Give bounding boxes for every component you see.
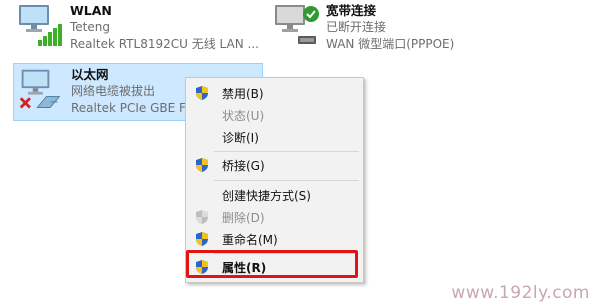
adapter-status: 已断开连接 bbox=[326, 20, 387, 34]
adapter-device: WAN 微型端口(PPPOE) bbox=[326, 37, 455, 51]
menu-item-status: 状态(U) bbox=[188, 104, 359, 126]
adapter-wlan[interactable]: WLAN Teteng Realtek RTL8192CU 无线 LAN ... bbox=[16, 2, 266, 54]
menu-item-rename[interactable]: 重命名(M) bbox=[188, 228, 359, 250]
wlan-adapter-icon bbox=[19, 5, 62, 46]
menu-item-bridge[interactable]: 桥接(G) bbox=[188, 154, 359, 176]
menu-item-label: 诊断(I) bbox=[222, 131, 259, 145]
menu-item-disable[interactable]: 禁用(B) bbox=[188, 82, 359, 104]
menu-separator bbox=[214, 151, 359, 152]
menu-item-label: 禁用(B) bbox=[222, 87, 264, 101]
adapter-device: Realtek PCIe GBE Fa bbox=[71, 101, 193, 115]
adapter-name: 宽带连接 bbox=[326, 3, 377, 18]
watermark: www.192ly.com bbox=[451, 283, 590, 303]
annotation-highlight-box bbox=[186, 250, 358, 278]
menu-separator bbox=[214, 180, 359, 181]
adapter-status: 网络电缆被拔出 bbox=[71, 84, 156, 98]
menu-item-label: 创建快捷方式(S) bbox=[222, 189, 311, 203]
adapter-name: WLAN bbox=[70, 3, 112, 18]
adapter-broadband[interactable]: 宽带连接 已断开连接 WAN 微型端口(PPPOE) bbox=[272, 2, 572, 54]
menu-item-delete: 删除(D) bbox=[188, 206, 359, 228]
menu-item-label: 重命名(M) bbox=[222, 233, 278, 247]
menu-item-create-shortcut[interactable]: 创建快捷方式(S) bbox=[188, 184, 359, 206]
menu-item-label: 删除(D) bbox=[222, 211, 265, 225]
uac-shield-icon bbox=[196, 232, 208, 246]
uac-shield-icon bbox=[196, 210, 208, 224]
adapter-device: Realtek RTL8192CU 无线 LAN ... bbox=[70, 37, 259, 51]
menu-item-label: 状态(U) bbox=[222, 109, 265, 123]
broadband-adapter-icon bbox=[275, 5, 319, 44]
uac-shield-icon bbox=[196, 86, 208, 100]
adapter-status: Teteng bbox=[70, 20, 110, 34]
menu-item-label: 桥接(G) bbox=[222, 159, 265, 173]
uac-shield-icon bbox=[196, 158, 208, 172]
menu-item-diagnose[interactable]: 诊断(I) bbox=[188, 126, 359, 148]
adapter-name: 以太网 bbox=[71, 67, 109, 82]
ethernet-adapter-icon bbox=[19, 69, 61, 109]
